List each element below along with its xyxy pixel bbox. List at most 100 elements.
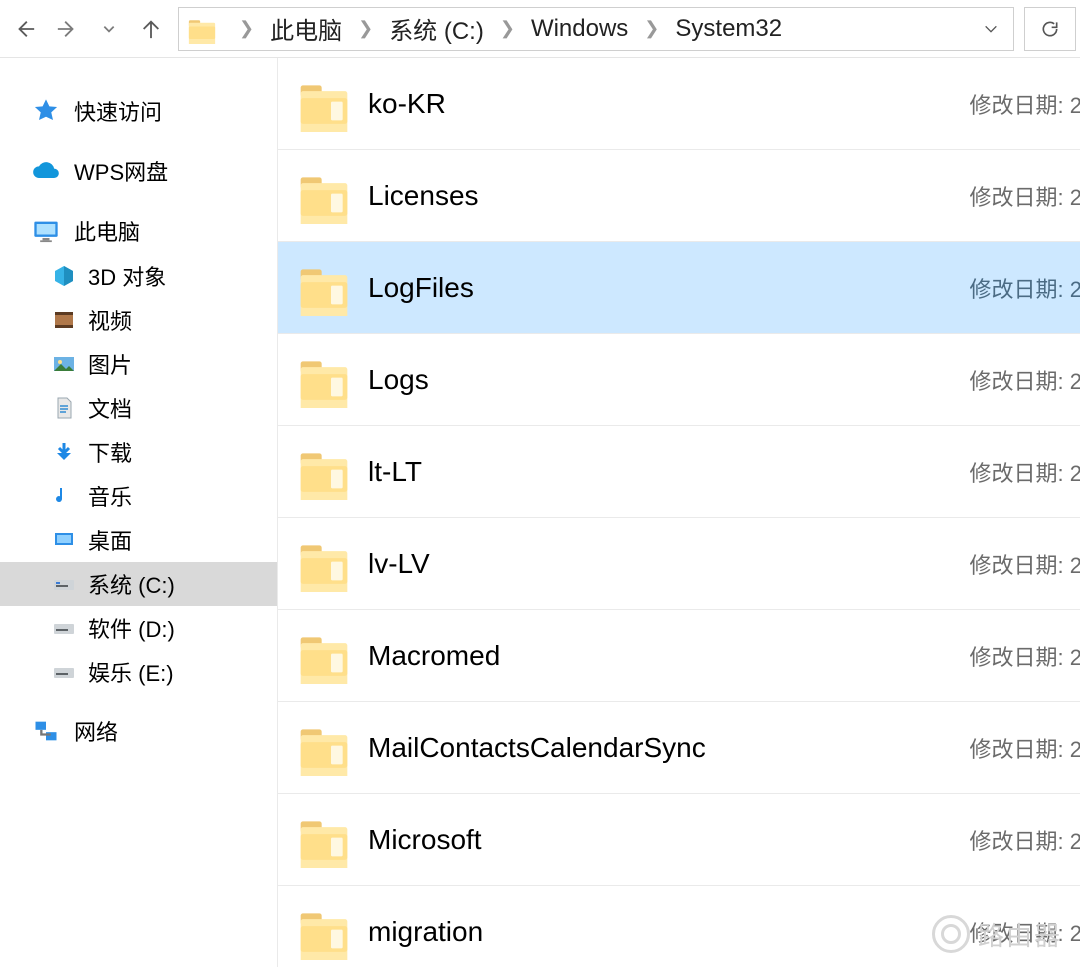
sidebar-item-drive-d[interactable]: 软件 (D:) bbox=[0, 606, 277, 650]
folder-row[interactable]: migration修改日期: 2 bbox=[278, 886, 1080, 967]
monitor-icon bbox=[32, 217, 60, 245]
recent-locations-button[interactable] bbox=[88, 8, 130, 50]
breadcrumb-segment[interactable]: 系统 (C:) bbox=[385, 8, 488, 50]
folder-name: ko-KR bbox=[368, 88, 970, 120]
folder-name: Licenses bbox=[368, 180, 970, 212]
sidebar: 快速访问 WPS网盘 此电脑 3D 对象 视频 图片 bbox=[0, 58, 278, 967]
folder-icon bbox=[296, 168, 352, 224]
picture-icon bbox=[52, 352, 76, 376]
modified-label: 修改日期: 2 bbox=[970, 824, 1080, 856]
sidebar-item-label: 音乐 bbox=[88, 480, 132, 512]
chevron-down-icon bbox=[102, 22, 116, 36]
address-bar: ❯ 此电脑 ❯ 系统 (C:) ❯ Windows ❯ System32 bbox=[0, 0, 1080, 58]
sidebar-item-drive-e[interactable]: 娱乐 (E:) bbox=[0, 650, 277, 694]
music-icon bbox=[52, 484, 76, 508]
arrow-right-icon bbox=[56, 18, 78, 40]
folder-row[interactable]: ko-KR修改日期: 2 bbox=[278, 58, 1080, 150]
sidebar-label: 快速访问 bbox=[74, 95, 162, 127]
folder-name: lv-LV bbox=[368, 548, 970, 580]
folder-name: migration bbox=[368, 916, 970, 948]
chevron-right-icon: ❯ bbox=[239, 18, 254, 39]
folder-row[interactable]: Logs修改日期: 2 bbox=[278, 334, 1080, 426]
chevron-right-icon: ❯ bbox=[644, 18, 659, 39]
sidebar-item-label: 图片 bbox=[88, 348, 132, 380]
modified-label: 修改日期: 2 bbox=[970, 916, 1080, 948]
sidebar-wps-drive[interactable]: WPS网盘 bbox=[0, 148, 277, 194]
sidebar-item-label: 桌面 bbox=[88, 524, 132, 556]
drive-icon bbox=[52, 572, 76, 596]
breadcrumb-path[interactable]: ❯ 此电脑 ❯ 系统 (C:) ❯ Windows ❯ System32 bbox=[178, 7, 1014, 51]
drive-icon bbox=[52, 616, 76, 640]
arrow-up-icon bbox=[140, 18, 162, 40]
folder-row[interactable]: lt-LT修改日期: 2 bbox=[278, 426, 1080, 518]
chevron-right-icon: ❯ bbox=[358, 18, 373, 39]
modified-label: 修改日期: 2 bbox=[970, 364, 1080, 396]
sidebar-item-3d-objects[interactable]: 3D 对象 bbox=[0, 254, 277, 298]
arrow-left-icon bbox=[14, 18, 36, 40]
modified-label: 修改日期: 2 bbox=[970, 640, 1080, 672]
modified-label: 修改日期: 2 bbox=[970, 88, 1080, 120]
back-button[interactable] bbox=[4, 8, 46, 50]
chevron-right-icon: ❯ bbox=[500, 18, 515, 39]
refresh-icon bbox=[1040, 19, 1060, 39]
sidebar-item-pictures[interactable]: 图片 bbox=[0, 342, 277, 386]
breadcrumb-segment[interactable]: 此电脑 bbox=[266, 8, 346, 50]
sidebar-label: 此电脑 bbox=[74, 215, 140, 247]
folder-icon bbox=[296, 260, 352, 316]
sidebar-item-label: 娱乐 (E:) bbox=[88, 656, 174, 688]
sidebar-item-label: 软件 (D:) bbox=[88, 612, 175, 644]
folder-row[interactable]: Macromed修改日期: 2 bbox=[278, 610, 1080, 702]
folder-icon bbox=[296, 812, 352, 868]
sidebar-item-desktop[interactable]: 桌面 bbox=[0, 518, 277, 562]
folder-name: Macromed bbox=[368, 640, 970, 672]
sidebar-item-drive-c[interactable]: 系统 (C:) bbox=[0, 562, 277, 606]
path-dropdown-button[interactable] bbox=[975, 8, 1007, 50]
breadcrumb-segment[interactable]: Windows bbox=[527, 8, 632, 50]
cloud-icon bbox=[32, 157, 60, 185]
breadcrumb-segment[interactable]: System32 bbox=[671, 8, 786, 50]
up-button[interactable] bbox=[130, 8, 172, 50]
sidebar-label: 网络 bbox=[74, 715, 118, 747]
folder-row[interactable]: Microsoft修改日期: 2 bbox=[278, 794, 1080, 886]
folder-row[interactable]: LogFiles修改日期: 2 bbox=[278, 242, 1080, 334]
sidebar-item-documents[interactable]: 文档 bbox=[0, 386, 277, 430]
modified-label: 修改日期: 2 bbox=[970, 272, 1080, 304]
modified-label: 修改日期: 2 bbox=[970, 456, 1080, 488]
folder-icon bbox=[296, 352, 352, 408]
modified-label: 修改日期: 2 bbox=[970, 548, 1080, 580]
document-icon bbox=[52, 396, 76, 420]
sidebar-label: WPS网盘 bbox=[74, 155, 168, 187]
sidebar-item-music[interactable]: 音乐 bbox=[0, 474, 277, 518]
film-icon bbox=[52, 308, 76, 332]
folder-name: MailContactsCalendarSync bbox=[368, 732, 970, 764]
folder-icon bbox=[296, 76, 352, 132]
folder-icon bbox=[296, 444, 352, 500]
folder-name: lt-LT bbox=[368, 456, 970, 488]
sidebar-item-label: 3D 对象 bbox=[88, 260, 166, 292]
sidebar-item-videos[interactable]: 视频 bbox=[0, 298, 277, 342]
refresh-button[interactable] bbox=[1024, 7, 1076, 51]
folder-icon bbox=[296, 720, 352, 776]
folder-row[interactable]: Licenses修改日期: 2 bbox=[278, 150, 1080, 242]
drive-icon bbox=[52, 660, 76, 684]
modified-label: 修改日期: 2 bbox=[970, 732, 1080, 764]
folder-row[interactable]: MailContactsCalendarSync修改日期: 2 bbox=[278, 702, 1080, 794]
sidebar-item-downloads[interactable]: 下载 bbox=[0, 430, 277, 474]
cube-icon bbox=[52, 264, 76, 288]
folder-name: Logs bbox=[368, 364, 970, 396]
folder-icon bbox=[296, 628, 352, 684]
sidebar-quick-access[interactable]: 快速访问 bbox=[0, 88, 277, 134]
sidebar-item-label: 文档 bbox=[88, 392, 132, 424]
forward-button[interactable] bbox=[46, 8, 88, 50]
sidebar-item-label: 系统 (C:) bbox=[88, 568, 175, 600]
file-list: ko-KR修改日期: 2Licenses修改日期: 2LogFiles修改日期:… bbox=[278, 58, 1080, 967]
folder-icon bbox=[296, 536, 352, 592]
network-icon bbox=[32, 717, 60, 745]
sidebar-item-label: 视频 bbox=[88, 304, 132, 336]
sidebar-network[interactable]: 网络 bbox=[0, 708, 277, 754]
folder-name: LogFiles bbox=[368, 272, 970, 304]
chevron-down-icon bbox=[983, 21, 999, 37]
modified-label: 修改日期: 2 bbox=[970, 180, 1080, 212]
folder-row[interactable]: lv-LV修改日期: 2 bbox=[278, 518, 1080, 610]
sidebar-this-pc[interactable]: 此电脑 bbox=[0, 208, 277, 254]
